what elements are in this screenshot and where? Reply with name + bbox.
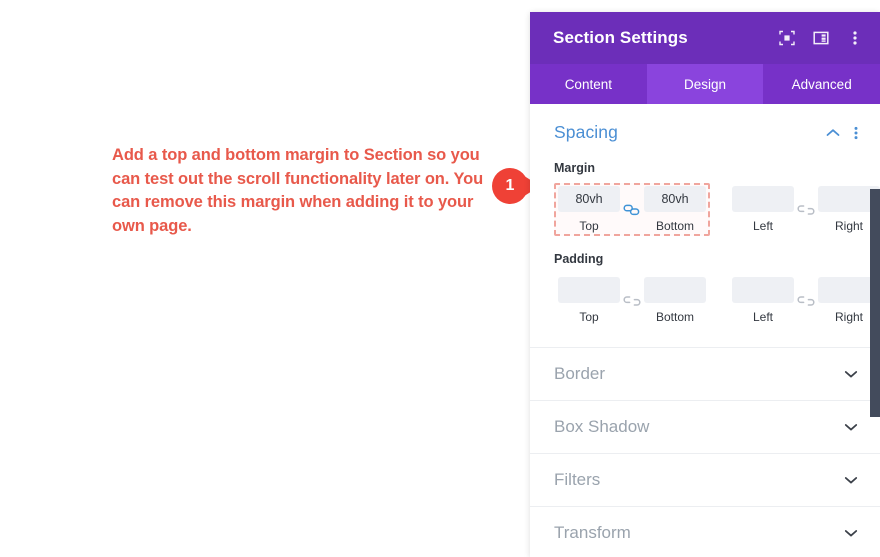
toggle-row-transform[interactable]: Transform bbox=[530, 507, 880, 557]
margin-group-label: Margin bbox=[554, 161, 595, 175]
padding-bottom-cell: Bottom bbox=[644, 277, 706, 324]
margin-bottom-input[interactable] bbox=[644, 186, 706, 212]
margin-left-cell: Left bbox=[732, 186, 794, 233]
margin-field-group: Margin Top bbox=[554, 161, 880, 236]
link-broken-icon[interactable] bbox=[794, 197, 818, 223]
margin-top-label: Top bbox=[579, 219, 599, 233]
padding-bottom-label: Bottom bbox=[655, 310, 694, 324]
toggle-label-box-shadow: Box Shadow bbox=[554, 417, 650, 436]
tab-advanced[interactable]: Advanced bbox=[763, 64, 880, 104]
layout-panel-icon[interactable] bbox=[812, 29, 830, 47]
toggle-row-filters[interactable]: Filters bbox=[530, 454, 880, 507]
more-vertical-icon[interactable] bbox=[846, 29, 864, 47]
margin-left-input[interactable] bbox=[732, 186, 794, 212]
toggle-label-filters: Filters bbox=[554, 470, 601, 489]
padding-left-right-pair: Left Right bbox=[728, 274, 880, 327]
padding-left-input[interactable] bbox=[732, 277, 794, 303]
panel-scrollbar-thumb[interactable] bbox=[870, 189, 880, 417]
chevron-down-icon[interactable] bbox=[844, 475, 858, 485]
margin-fields-row: Top Bottom bbox=[554, 183, 880, 236]
chevron-down-icon[interactable] bbox=[844, 422, 858, 432]
panel-header-icons bbox=[778, 29, 864, 47]
padding-left-label: Left bbox=[752, 310, 773, 324]
padding-top-bottom-pair: Top Bottom bbox=[554, 274, 710, 327]
padding-top-label: Top bbox=[579, 310, 599, 324]
spacing-header-icons bbox=[826, 126, 858, 140]
link-connected-icon[interactable] bbox=[620, 197, 644, 223]
spacing-section-title: Spacing bbox=[554, 122, 618, 142]
margin-left-label: Left bbox=[752, 219, 773, 233]
margin-top-input[interactable] bbox=[558, 186, 620, 212]
padding-group-label: Padding bbox=[554, 252, 604, 266]
margin-bottom-cell: Bottom bbox=[644, 186, 706, 233]
toggle-label-transform: Transform bbox=[554, 523, 631, 542]
padding-fields-row: Top Bottom Left Right bbox=[554, 274, 880, 327]
margin-bottom-label: Bottom bbox=[655, 219, 694, 233]
padding-field-group: Padding Top Bottom Left Right bbox=[554, 252, 880, 327]
panel-header: Section Settings bbox=[530, 12, 880, 64]
annotation-text: Add a top and bottom margin to Section s… bbox=[112, 146, 484, 235]
panel-title: Section Settings bbox=[553, 28, 688, 47]
link-broken-icon[interactable] bbox=[794, 288, 818, 314]
toggle-row-border[interactable]: Border bbox=[530, 348, 880, 401]
toggle-label-border: Border bbox=[554, 364, 606, 383]
section-settings-panel: Section Settings Content Design Advanced… bbox=[530, 12, 880, 557]
padding-top-input[interactable] bbox=[558, 277, 620, 303]
padding-top-cell: Top bbox=[558, 277, 620, 324]
toggle-row-box-shadow[interactable]: Box Shadow bbox=[530, 401, 880, 454]
margin-left-right-pair: Left Right bbox=[728, 183, 880, 236]
padding-left-cell: Left bbox=[732, 277, 794, 324]
chevron-up-icon[interactable] bbox=[826, 128, 840, 138]
panel-body: Spacing Margin 80vh Top 80vh Bottom Left… bbox=[530, 104, 880, 557]
more-vertical-icon[interactable] bbox=[854, 126, 858, 140]
tab-content[interactable]: Content bbox=[530, 64, 647, 104]
focus-icon[interactable] bbox=[778, 29, 796, 47]
spacing-section-header: Spacing bbox=[554, 122, 858, 143]
margin-top-cell: Top bbox=[558, 186, 620, 233]
padding-right-label: Right bbox=[834, 310, 863, 324]
margin-right-label: Right bbox=[834, 219, 863, 233]
callout-pin-number: 1 bbox=[505, 177, 515, 194]
tab-design[interactable]: Design bbox=[646, 64, 764, 104]
padding-bottom-input[interactable] bbox=[644, 277, 706, 303]
margin-top-bottom-pair: Top Bottom bbox=[554, 183, 710, 236]
panel-scrollbar-track[interactable] bbox=[870, 104, 880, 557]
chevron-down-icon[interactable] bbox=[844, 528, 858, 538]
panel-tabs: Content Design Advanced bbox=[530, 64, 880, 104]
link-broken-icon[interactable] bbox=[620, 288, 644, 314]
chevron-down-icon[interactable] bbox=[844, 369, 858, 379]
spacing-section: Spacing Margin 80vh Top 80vh Bottom Left… bbox=[530, 104, 880, 348]
